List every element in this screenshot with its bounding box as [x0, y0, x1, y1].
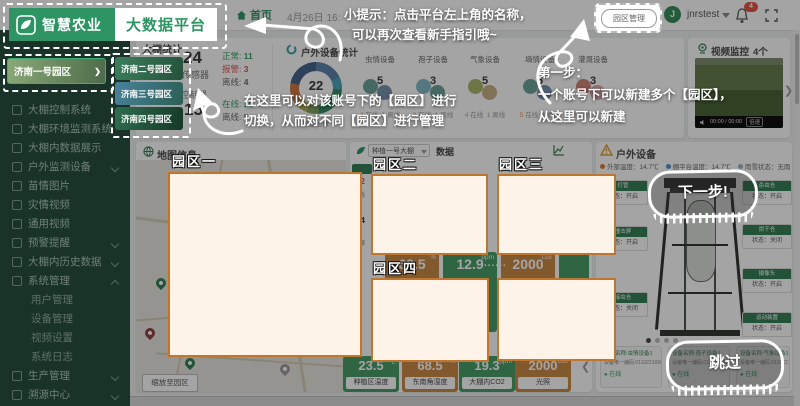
switch-hint-line1: 在这里可以对该账号下的【园区】进行 [244, 90, 457, 109]
park-option-3[interactable]: 济南三号园区 [115, 82, 183, 105]
park-manage-button[interactable]: 园区管理 [601, 9, 657, 28]
switch-hint-line2: 切换，从而对不同【园区】进行管理 [244, 110, 444, 129]
chevron-right-icon: ❯ [94, 67, 101, 76]
brand-name: 智慧农业 [42, 15, 102, 35]
region-label-1: 园区一 [172, 151, 217, 170]
region-mask-2 [371, 174, 488, 255]
logo[interactable]: 智慧农业 [9, 8, 115, 41]
region-label-3: 园区三 [499, 154, 544, 173]
skip-button[interactable]: 跳过 [666, 339, 785, 391]
region-mask-1 [168, 172, 362, 357]
product-name-box[interactable]: 大数据平台 [115, 8, 217, 41]
smart-agriculture-dashboard: 首页 4月26日 16: J jnrstest 4 大棚控制系统 大棚环境监测系… [0, 0, 800, 406]
region-mask-3 [497, 174, 616, 255]
region-mask-4 [371, 278, 489, 362]
region-label-4: 园区四 [373, 258, 418, 277]
leaf-logo-icon [16, 15, 36, 35]
region-mask-5 [497, 278, 616, 361]
tip-line1: 小提示：点击平台左上角的名称， [344, 4, 532, 23]
current-park-button[interactable]: 济南一号园区 ❯ [7, 58, 106, 84]
region-label-2: 园区二 [373, 154, 418, 173]
step-line1: 一个账号下可以新建多个【园区】， [538, 84, 732, 103]
step-line2: 从这里可以新建 [538, 106, 626, 125]
tip-line2: 可以再次查看新手指引哦~ [352, 24, 497, 43]
next-step-button[interactable]: 下一步! [648, 169, 759, 219]
product-name: 大数据平台 [126, 14, 206, 35]
park-option-4[interactable]: 济南四号园区 [115, 107, 183, 130]
step-title: 第一步： [538, 62, 588, 81]
park-option-2[interactable]: 济南二号园区 [115, 57, 183, 80]
